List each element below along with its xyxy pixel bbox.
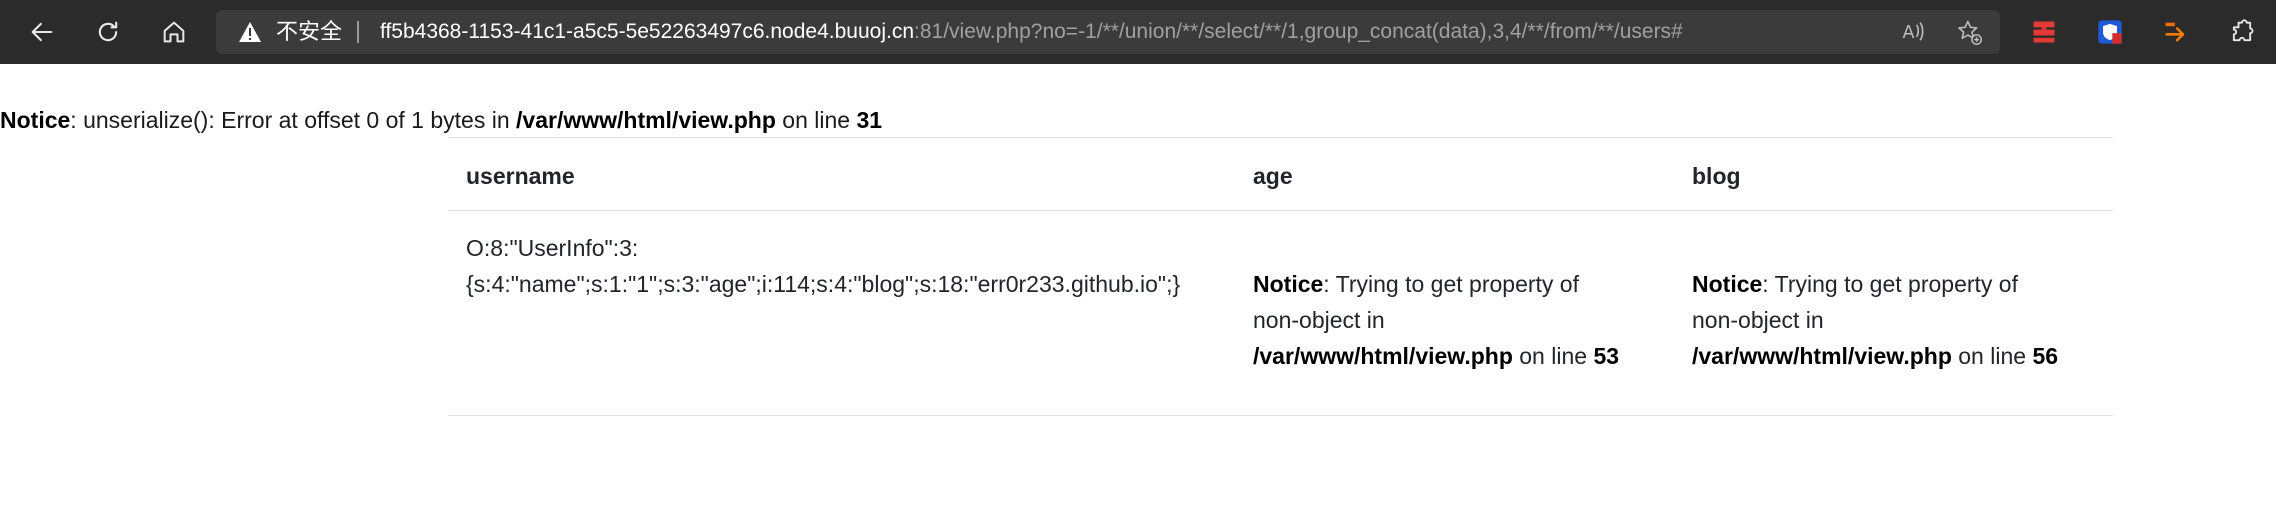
download-extension-icon[interactable] [2162,18,2190,46]
header-age: age [1253,163,1293,189]
notice-message: : unserialize(): Error at offset 0 of 1 … [70,107,517,133]
header-username: username [466,163,575,189]
age-notice-on-line: on line [1512,343,1594,369]
username-line-2: {s:4:"name";s:1:"1";s:3:"age";i:114;s:4:… [466,271,1181,297]
blog-notice-line-number: 56 [2032,343,2059,369]
address-separator [357,21,359,43]
read-aloud-icon[interactable]: A [1899,18,1927,46]
notice-path: /var/www/html/view.php [516,107,776,133]
puzzle-extension-icon[interactable] [2228,18,2256,46]
svg-text:A: A [1903,23,1915,43]
age-notice-path: /var/www/html/view.php [1253,343,1513,369]
cell-username: O:8:"UserInfo":3: {s:4:"name";s:1:"1";s:… [466,230,1180,302]
age-notice-message: : Trying to get property of [1323,271,1579,297]
blog-notice-label: Notice [1692,271,1763,297]
blog-notice-message-2: non-object in [1692,307,1824,333]
browser-toolbar: 不安全 ff5b4368-1153-41c1-a5c5-5e52263497c6… [0,0,2276,64]
table-bottom-border [448,415,2113,416]
arrow-left-icon [31,22,53,42]
cell-blog: Notice: Trying to get property of non-ob… [1692,266,2112,374]
age-notice-line-number: 53 [1593,343,1620,369]
network-extension-icon[interactable] [2030,18,2058,46]
security-status[interactable]: 不安全 [276,20,342,44]
blog-notice-path: /var/www/html/view.php [1692,343,1952,369]
notice-line-number: 31 [856,107,883,133]
age-notice-label: Notice [1253,271,1324,297]
age-notice-message-2: non-object in [1253,307,1385,333]
home-icon [163,21,185,43]
username-line-1: O:8:"UserInfo":3: [466,235,639,261]
shield-extension-icon[interactable] [2096,18,2124,46]
favorite-star-icon[interactable] [1955,18,1983,46]
refresh-button[interactable] [90,14,126,50]
address-bar[interactable]: 不安全 ff5b4368-1153-41c1-a5c5-5e52263497c6… [216,10,2000,54]
url-host: ff5b4368-1153-41c1-a5c5-5e52263497c6.nod… [380,20,915,43]
url-path: :81/view.php?no=-1/**/union/**/select/**… [914,20,1683,43]
unserialize-notice: Notice: unserialize(): Error at offset 0… [0,104,882,136]
cell-age: Notice: Trying to get property of non-ob… [1253,266,1673,374]
table-top-border [448,137,2113,138]
header-blog: blog [1692,163,1741,189]
notice-label: Notice [0,107,71,133]
refresh-icon [98,21,118,42]
back-button[interactable] [24,14,60,50]
url-text[interactable]: ff5b4368-1153-41c1-a5c5-5e52263497c6.nod… [380,20,1683,44]
blog-notice-message: : Trying to get property of [1762,271,2018,297]
blog-notice-on-line: on line [1951,343,2033,369]
notice-on-line: on line [775,107,857,133]
header-divider [448,210,2113,211]
home-button[interactable] [156,14,192,50]
warning-icon [239,22,261,42]
